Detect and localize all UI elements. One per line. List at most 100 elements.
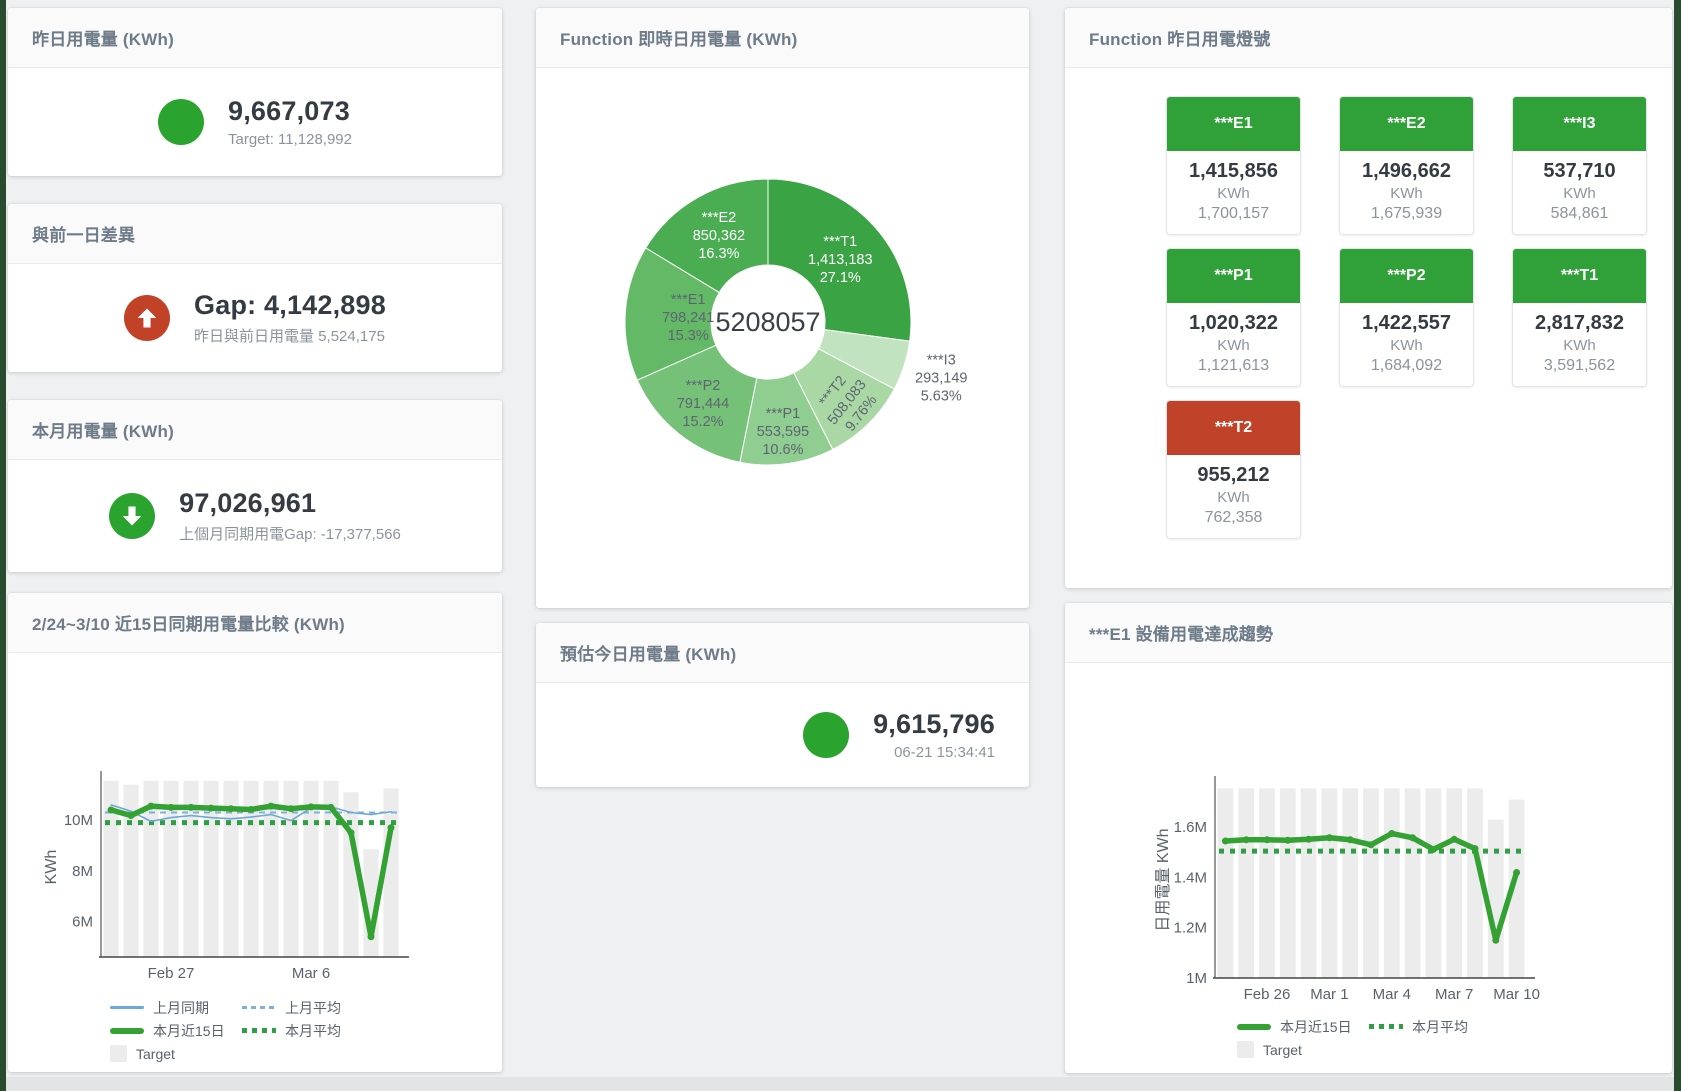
light-tile-header: ***T1	[1512, 248, 1647, 303]
panel-15day-compare: 2/24~3/10 近15日同期用電量比較 (KWh) 6M8M10MKWhFe…	[8, 593, 502, 1072]
donut-slice-label: ***I3293,1495.63%	[915, 353, 967, 405]
series-point[interactable]	[1472, 845, 1479, 852]
light-tile: ***T2955,212KWh762,358	[1166, 400, 1301, 539]
panel-title-text: 昨日用電量 (KWh)	[32, 25, 174, 50]
x-tick-label: Mar 10	[1493, 986, 1540, 1003]
series-point[interactable]	[308, 803, 315, 810]
light-tile-unit: KWh	[1513, 185, 1646, 202]
series-point[interactable]	[228, 805, 235, 812]
series-point[interactable]	[348, 829, 355, 836]
right-edge-strip	[1674, 0, 1681, 1091]
donut-chart[interactable]: ***T11,413,18327.1%***I3293,1495.63%***T…	[536, 68, 1029, 608]
panel-title-text: 預估今日用電量 (KWh)	[560, 640, 736, 665]
series-point[interactable]	[1430, 846, 1437, 853]
series-point[interactable]	[368, 933, 375, 940]
series-point[interactable]	[148, 803, 155, 810]
series-point[interactable]	[1326, 834, 1333, 841]
series-point[interactable]	[1347, 836, 1354, 843]
target-bar[interactable]	[1342, 788, 1358, 978]
light-tile: ***P21,422,557KWh1,684,092	[1339, 248, 1474, 387]
series-point[interactable]	[248, 806, 255, 813]
light-tile-unit: KWh	[1167, 489, 1300, 506]
x-tick-label: Mar 6	[292, 965, 330, 982]
series-point[interactable]	[128, 812, 135, 819]
target-bar[interactable]	[1425, 788, 1441, 978]
panel-title[interactable]: ***E1 設備用電達成趨勢	[1065, 603, 1672, 663]
series-point[interactable]	[188, 804, 195, 811]
legend-item[interactable]: 本月近15日	[1237, 1017, 1369, 1037]
series-point[interactable]	[1284, 837, 1291, 844]
legend-swatch-thick	[110, 1028, 144, 1034]
target-bar[interactable]	[1259, 788, 1275, 978]
series-point[interactable]	[1409, 834, 1416, 841]
series-point[interactable]	[168, 804, 175, 811]
light-tile-target: 584,861	[1513, 205, 1646, 223]
target-bar[interactable]	[1488, 820, 1504, 978]
target-bar[interactable]	[1280, 788, 1296, 978]
kpi-value: 9,615,796	[873, 709, 995, 740]
series-point[interactable]	[268, 803, 275, 810]
series-point[interactable]	[1388, 830, 1395, 837]
trend-line-chart[interactable]: 1M1.2M1.4M1.6M日用電量 KWhFeb 26Mar 1Mar 4Ma…	[1065, 663, 1672, 1008]
light-tile-target: 3,591,562	[1513, 357, 1646, 375]
series-point[interactable]	[288, 805, 295, 812]
series-point[interactable]	[1264, 836, 1271, 843]
target-bar[interactable]	[1363, 788, 1379, 978]
legend-label: 本月近15日	[153, 1021, 225, 1041]
series-point[interactable]	[1513, 869, 1520, 876]
legend-item[interactable]: Target	[110, 1045, 242, 1062]
panel-yesterday-lights: Function 昨日用電燈號 ***E11,415,856KWh1,700,1…	[1065, 8, 1672, 588]
target-bar[interactable]	[1217, 788, 1233, 978]
legend-item[interactable]: 本月近15日	[110, 1021, 242, 1041]
x-tick-label: Feb 26	[1244, 986, 1291, 1003]
series-point[interactable]	[1222, 838, 1229, 845]
legend-swatch-dotted	[242, 1028, 276, 1033]
status-circle-icon	[803, 712, 849, 758]
panel-title[interactable]: 昨日用電量 (KWh)	[8, 8, 502, 68]
y-tick-label: 10M	[64, 812, 93, 829]
legend-label: 上月平均	[285, 998, 341, 1018]
legend-item[interactable]: 上月平均	[242, 998, 374, 1018]
panel-title[interactable]: 本月用電量 (KWh)	[8, 400, 502, 460]
legend-swatch-dotted	[1369, 1024, 1403, 1029]
panel-title[interactable]: 預估今日用電量 (KWh)	[536, 623, 1029, 683]
series-point[interactable]	[1492, 937, 1499, 944]
legend-label: 上月同期	[153, 998, 209, 1018]
light-tile-value: 2,817,832	[1513, 312, 1646, 335]
target-bar[interactable]	[1238, 788, 1254, 978]
legend-item[interactable]: 本月平均	[242, 1021, 374, 1041]
series-point[interactable]	[208, 805, 215, 812]
light-tile: ***E21,496,662KWh1,675,939	[1339, 96, 1474, 235]
panel-title[interactable]: Function 即時日用電量 (KWh)	[536, 8, 1029, 68]
series-point[interactable]	[328, 804, 335, 811]
kpi-subtext: 昨日與前日用電量 5,524,175	[194, 325, 386, 346]
target-bar[interactable]	[1321, 788, 1337, 978]
panel-title[interactable]: 2/24~3/10 近15日同期用電量比較 (KWh)	[8, 593, 502, 653]
legend-item[interactable]: 上月同期	[110, 998, 242, 1018]
series-point[interactable]	[1368, 841, 1375, 848]
legend-label: 本月平均	[285, 1021, 341, 1041]
series-point[interactable]	[1305, 836, 1312, 843]
light-tile-header: ***I3	[1512, 96, 1647, 151]
legend-label: Target	[136, 1046, 175, 1062]
compare-line-chart[interactable]: 6M8M10MKWhFeb 27Mar 6	[8, 653, 502, 989]
legend-item[interactable]: Target	[1237, 1041, 1369, 1058]
series-point[interactable]	[108, 806, 115, 813]
y-tick-label: 1M	[1186, 970, 1207, 987]
series-point[interactable]	[388, 824, 395, 831]
y-axis-label: KWh	[43, 850, 60, 885]
target-bar[interactable]	[1446, 788, 1462, 978]
target-bar[interactable]	[1301, 788, 1317, 978]
panel-title[interactable]: 與前一日差異	[8, 204, 502, 264]
kpi-value: Gap: 4,142,898	[194, 290, 386, 321]
series-point[interactable]	[1243, 836, 1250, 843]
panel-title[interactable]: Function 昨日用電燈號	[1065, 8, 1672, 68]
target-bar[interactable]	[1384, 788, 1400, 978]
series-point[interactable]	[1451, 836, 1458, 843]
legend-item[interactable]: 本月平均	[1369, 1017, 1501, 1037]
light-tile-unit: KWh	[1340, 337, 1473, 354]
panel-yesterday-usage: 昨日用電量 (KWh) 9,667,073 Target: 11,128,992	[8, 8, 502, 176]
target-bar[interactable]	[1405, 788, 1421, 978]
target-bar[interactable]	[383, 788, 398, 957]
trend-chart-legend: 本月近15日本月平均Target	[1237, 1015, 1672, 1061]
